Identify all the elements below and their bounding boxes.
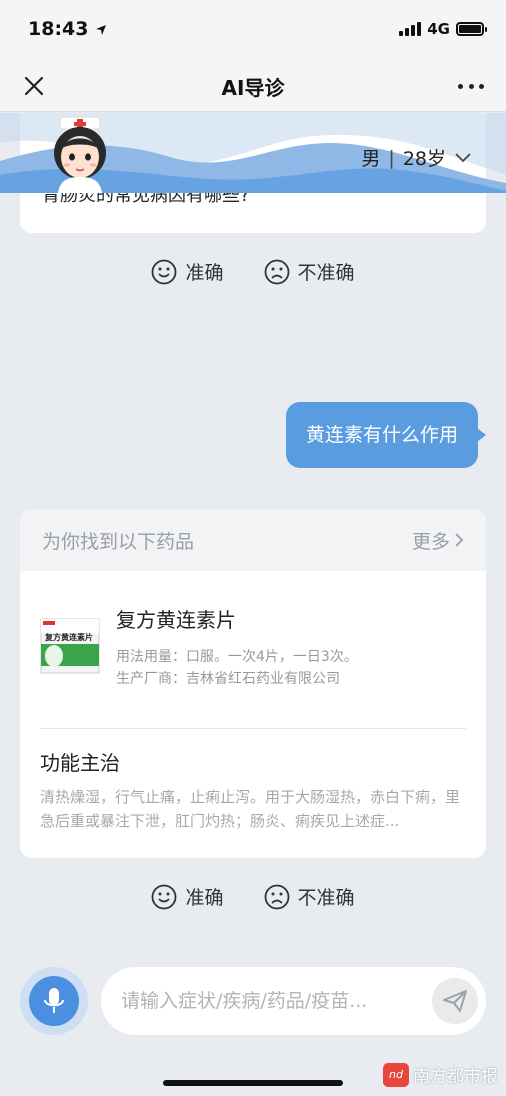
inaccurate-label: 不准确	[297, 887, 355, 909]
more-dot-icon	[479, 83, 484, 89]
page-title: AI导诊	[221, 76, 285, 100]
drug-manufacturer: 生产厂商：吉林省红石药业有限公司	[116, 671, 340, 687]
accurate-button[interactable]: 准确	[151, 258, 224, 285]
drug-usage: 用法用量：口服。一次4片，一日3次。	[116, 649, 358, 665]
status-indicators: 4G	[399, 20, 487, 38]
drug-card-title: 为你找到以下药品	[42, 530, 195, 553]
voice-input-button[interactable]	[20, 967, 88, 1035]
age-label: 28岁	[402, 148, 446, 170]
drug-name: 复方黄连素片	[116, 608, 236, 632]
watermark-logo: nd	[383, 1062, 409, 1087]
accurate-label: 准确	[185, 262, 224, 284]
more-label: 更多	[411, 530, 450, 553]
frown-icon	[264, 884, 289, 909]
feedback-row: 准确 不准确	[0, 883, 506, 910]
watermark-text: 南方都市报	[413, 1067, 498, 1087]
drug-card-header: 为你找到以下药品 更多	[20, 509, 486, 571]
chevron-right-icon	[455, 533, 464, 547]
more-dot-icon	[468, 83, 474, 89]
more-options-button[interactable]	[458, 74, 484, 98]
more-dot-icon	[458, 83, 463, 89]
smile-icon	[152, 884, 177, 909]
location-arrow-icon	[96, 24, 107, 35]
nav-bar: AI导诊	[0, 60, 506, 112]
frown-icon	[264, 259, 289, 284]
drug-package-label: 复方黄连素片	[44, 632, 93, 642]
send-icon	[443, 990, 467, 1012]
inaccurate-button[interactable]: 不准确	[264, 883, 355, 910]
accurate-button[interactable]: 准确	[151, 883, 224, 910]
nurse-avatar	[54, 116, 106, 193]
accurate-label: 准确	[185, 887, 224, 909]
feedback-row: 准确 不准确	[0, 258, 506, 285]
inaccurate-label: 不准确	[297, 262, 355, 284]
battery-icon	[456, 22, 487, 36]
chevron-down-icon	[455, 152, 471, 162]
network-type: 4G	[427, 20, 450, 38]
patient-profile-selector[interactable]: 男 | 28岁	[361, 144, 472, 171]
more-drugs-link[interactable]: 更多	[412, 527, 464, 554]
drug-item[interactable]: 复方黄连素片 复方黄连素片 用法用量：口服。一次4片，一日3次。 生产厂商：吉林…	[20, 604, 486, 694]
send-button[interactable]	[432, 978, 478, 1024]
gender-label: 男	[361, 148, 381, 170]
symptom-search-box	[101, 967, 486, 1035]
divider	[40, 728, 466, 729]
microphone-icon	[44, 988, 64, 1013]
drug-package-image: 复方黄连素片	[40, 618, 100, 674]
function-title: 功能主治	[40, 751, 120, 775]
watermark: nd 南方都市报	[383, 1062, 498, 1087]
profile-separator: |	[388, 146, 395, 169]
status-bar: 18:43 4G	[0, 0, 506, 60]
symptom-search-input[interactable]	[121, 981, 421, 1021]
home-indicator[interactable]	[163, 1080, 343, 1086]
signal-icon	[399, 22, 422, 36]
drug-result-card: 为你找到以下药品 更多 复方黄连素片 复方黄连素片 用法用量：口服。一次4片，一…	[20, 509, 486, 858]
function-description: 清热燥湿，行气止痛，止痢止泻。用于大肠湿热，赤白下痢，里急后重或暴注下泄，肛门灼…	[40, 788, 461, 830]
inaccurate-button[interactable]: 不准确	[264, 258, 355, 285]
smile-icon	[152, 259, 177, 284]
status-time: 18:43	[28, 18, 107, 40]
user-message-bubble: 黄连素有什么作用	[285, 402, 487, 468]
